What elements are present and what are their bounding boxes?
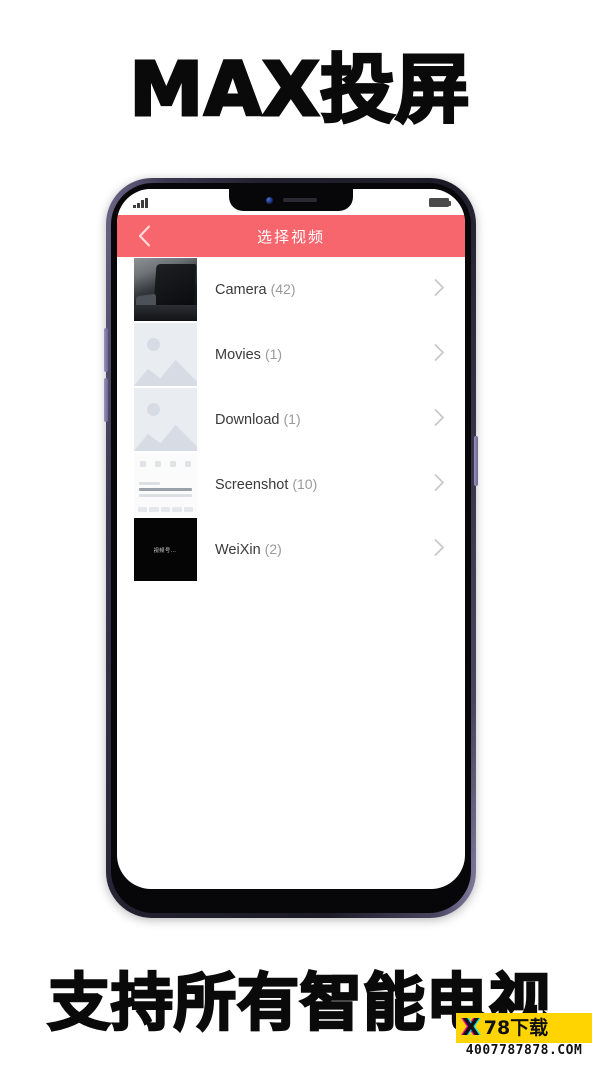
folder-name: Movies (1) xyxy=(215,346,282,363)
folder-name: Download (1) xyxy=(215,411,301,428)
folder-count: (1) xyxy=(283,411,301,427)
back-chevron-icon xyxy=(138,225,151,247)
folder-name-text: WeiXin xyxy=(215,542,261,558)
phone-screen: 选择视频 Camera (42) Movies (1) Download (1)… xyxy=(117,189,465,889)
list-item[interactable]: 视频号… WeiXin (2) xyxy=(117,517,465,582)
list-item[interactable]: Screenshot (10) xyxy=(117,452,465,517)
folder-name-text: Download xyxy=(215,412,280,428)
watermark-url: 4007787878.COM xyxy=(456,1043,592,1059)
folder-name: WeiXin (2) xyxy=(215,541,282,558)
watermark: X 78下载 4007787878.COM xyxy=(456,1013,592,1059)
list-item[interactable]: Movies (1) xyxy=(117,322,465,387)
list-item[interactable]: Camera (42) xyxy=(117,257,465,322)
screenshot-thumbnail xyxy=(134,453,197,516)
chevron-right-icon xyxy=(434,538,445,561)
folder-count: (1) xyxy=(264,346,283,362)
placeholder-image-thumbnail xyxy=(134,388,197,451)
weixin-video-thumbnail: 视频号… xyxy=(134,518,197,581)
camera-photo-thumbnail xyxy=(134,258,197,321)
folder-count: (2) xyxy=(264,541,282,557)
folder-count: (10) xyxy=(292,476,318,492)
phone-device-mockup: 选择视频 Camera (42) Movies (1) Download (1)… xyxy=(104,178,478,918)
folder-name-text: Screenshot xyxy=(215,477,289,493)
display-notch xyxy=(229,189,353,211)
folder-name-text: Movies xyxy=(215,347,261,363)
power-button[interactable] xyxy=(474,436,478,486)
folder-list: Camera (42) Movies (1) Download (1) Scre… xyxy=(117,257,465,582)
app-header: 选择视频 xyxy=(117,215,465,257)
promo-headline-top: MAX投屏 xyxy=(128,46,471,135)
thumbnail-caption: 视频号… xyxy=(154,547,177,554)
folder-count: (42) xyxy=(270,281,296,297)
folder-name: Screenshot (10) xyxy=(215,476,317,493)
watermark-label: 78下载 xyxy=(483,1016,549,1039)
watermark-badge: X 78下载 xyxy=(456,1013,592,1043)
chevron-right-icon xyxy=(434,278,445,301)
list-item[interactable]: Download (1) xyxy=(117,387,465,452)
placeholder-image-thumbnail xyxy=(134,323,197,386)
signal-bars-icon xyxy=(133,197,148,208)
battery-icon xyxy=(429,197,451,207)
folder-name: Camera (42) xyxy=(215,281,295,298)
back-button[interactable] xyxy=(127,215,161,257)
status-bar xyxy=(117,189,465,215)
folder-name-text: Camera xyxy=(215,282,267,298)
chevron-right-icon xyxy=(434,408,445,431)
earpiece-speaker-icon xyxy=(282,198,317,202)
volume-up-button[interactable] xyxy=(104,328,108,372)
promo-page: MAX投屏 选择视频 Camera (42) Movies (1) Downlo… xyxy=(0,0,600,1067)
watermark-x-logo-icon: X xyxy=(462,1014,480,1041)
page-title: 选择视频 xyxy=(256,227,325,246)
chevron-right-icon xyxy=(434,343,445,366)
front-camera-icon xyxy=(265,196,273,204)
volume-down-button[interactable] xyxy=(104,378,108,422)
chevron-right-icon xyxy=(434,473,445,496)
